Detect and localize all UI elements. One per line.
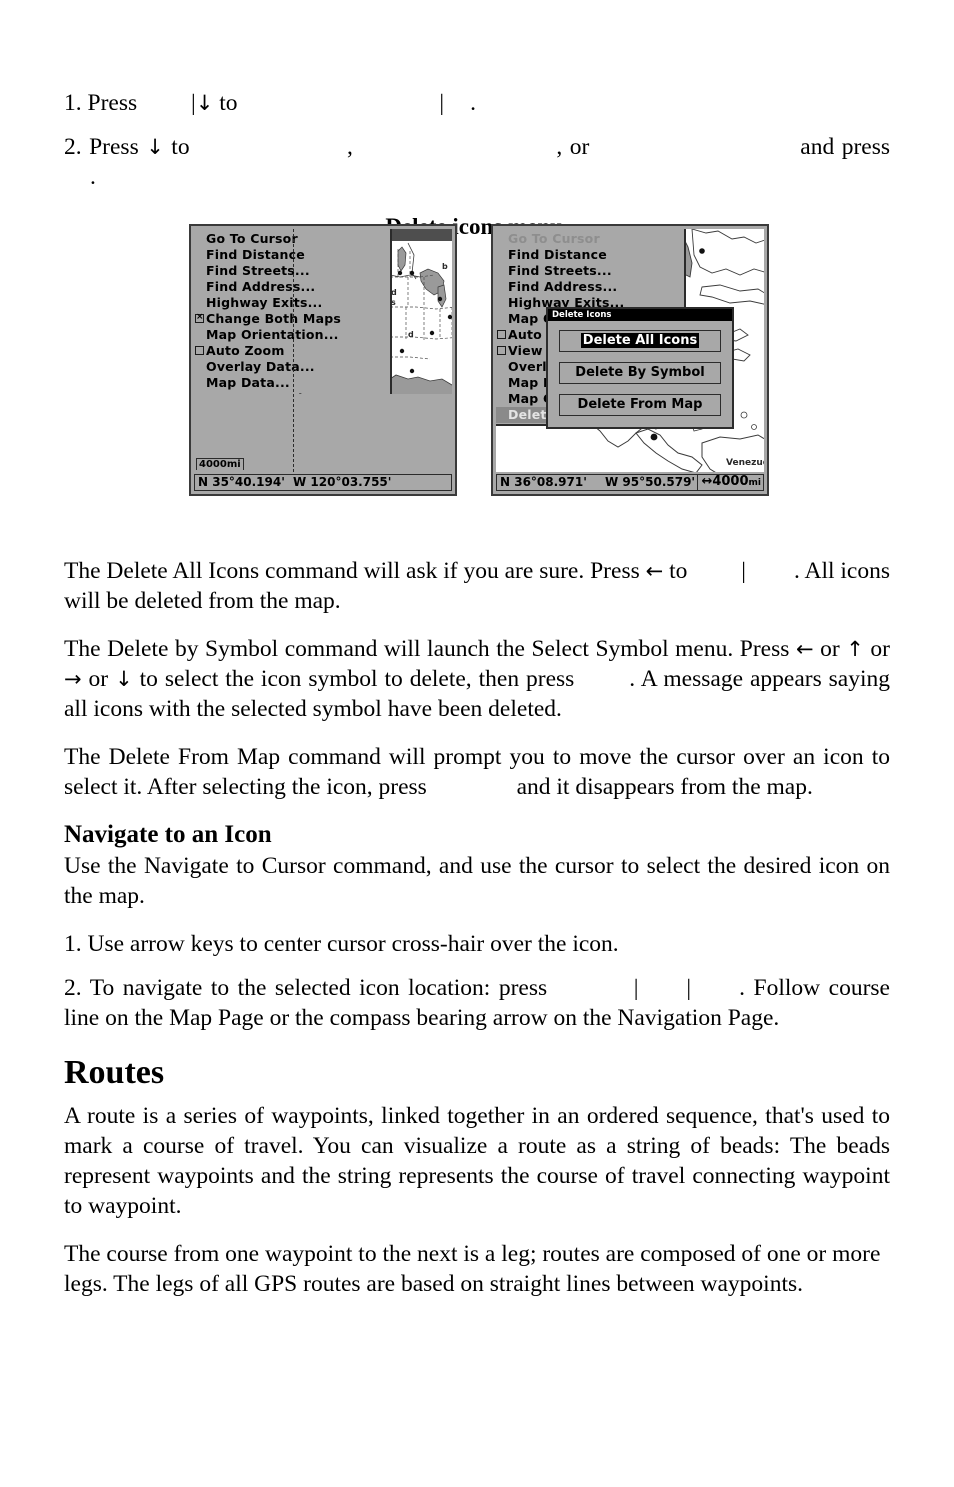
menu-item[interactable]: Find Streets... [496,263,684,279]
checkbox-unchecked-icon[interactable] [497,330,506,339]
menu-item-label: Overl [508,359,547,374]
paragraph-delete-all-icons: The Delete All Icons command will ask if… [64,558,891,614]
map-range-readout: ↔4000mi [697,475,761,490]
dialog-title: Delete Icons [548,309,732,321]
menu-item-label: Overlay Data... [206,359,315,374]
menu-item-label: Find Streets... [206,263,310,278]
menu-item[interactable]: Auto Zoom [194,343,390,359]
range-value: 4000 [712,474,749,489]
step-2: 2. Press ↓ to , , or and press . [64,134,890,190]
menu-item-label: Highway Exits... [206,295,323,310]
arrow-key-icon: ↓ [195,91,214,115]
menu-item[interactable]: Highway Exits... [194,295,390,311]
longitude-readout: W 95°50.579' [605,475,696,489]
menu-item-label: Find Address... [206,279,316,294]
gps-screenshot-right: Venezuela Go To CursorFind DistanceFind … [491,224,769,496]
dialog-button[interactable]: Delete From Map [559,394,721,416]
cursor-crosshair-line [293,229,294,472]
range-arrow-icon: ↔ [701,474,713,489]
paragraph-routes-2: The course from one waypoint to the next… [64,1241,881,1297]
menu-item[interactable]: Go To Cursor [496,231,684,247]
map-scale-label: 4000mi [196,458,244,470]
status-bar-left: N 35°40.194' W 120°03.755' [194,474,452,491]
dialog-button-group: Delete All Icons Delete By Symbol Delete F… [548,321,732,427]
lcd-screen-left: d s d c co b 4000mi Go To CursorFind Dis… [194,229,452,472]
menu-item-label: Find Distance [206,247,305,262]
menu-item[interactable]: Go To Cursor [194,231,390,247]
menu-item-label: Map Data... [206,375,290,390]
checkbox-unchecked-icon[interactable] [497,346,506,355]
step-1: 1. Press |↓ to |. [64,90,476,116]
menu-item[interactable]: Find Streets... [194,263,390,279]
dialog-button-label: Delete From Map [577,397,703,412]
menu-item[interactable]: Find Address... [496,279,684,295]
figure-delete-icons-menu: d s d c co b 4000mi Go To CursorFind Dis… [64,214,890,514]
menu-item-label: Auto [508,327,542,342]
arrow-key-icon: ↓ [115,667,133,691]
menu-item-label: Go To Cursor [508,231,600,246]
map-top-bar [390,229,452,241]
menu-item[interactable]: Overlay Data... [194,359,390,375]
dialog-button-label: Delete By Symbol [575,365,705,380]
svg-text:d: d [408,330,414,339]
svg-text:b: b [442,262,448,271]
step-navigate-2: 2. To navigate to the selected icon loca… [64,975,890,1031]
arrow-key-icon: ↓ [146,135,164,159]
menu-item[interactable]: Find Distance [194,247,390,263]
paragraph-delete-by-symbol: The Delete by Symbol command will launch… [64,636,891,722]
dialog-button-label: Delete All Icons [580,333,700,348]
arrow-key-icon: ← [645,559,664,583]
menu-item-label: Go To Cursor [206,231,298,246]
menu-item-label: View [508,343,543,358]
menu-item-label: Find Address... [508,279,618,294]
menu-item[interactable]: Map Data... [194,375,390,391]
menu-item[interactable]: Map Orientation... [194,327,390,343]
menu-item[interactable]: Find Address... [194,279,390,295]
arrow-key-icon: ← [795,637,814,661]
range-unit: mi [748,478,761,488]
dialog-button[interactable]: Delete All Icons [559,330,721,352]
longitude-readout: W 120°03.755' [293,475,392,489]
latitude-readout: N 35°40.194' [198,475,285,489]
step-navigate-1: 1. Use arrow keys to center cursor cross… [64,931,619,957]
menu-item-label: Change Both Maps [206,311,341,326]
lcd-screen-right: Venezuela Go To CursorFind DistanceFind … [496,229,764,472]
arrow-key-icon: → [64,667,82,691]
arrow-key-icon: ↑ [846,637,864,661]
checkbox-checked-icon[interactable] [195,314,204,323]
checkbox-unchecked-icon[interactable] [195,346,204,355]
paragraph-navigate-intro: Use the Navigate to Cursor command, and … [64,853,890,909]
latitude-readout: N 36°08.971' [500,475,587,489]
menu-item[interactable]: Change Both Maps [194,311,390,327]
map-region-label: Venezuela [726,458,764,468]
menu-item-label: Find Streets... [508,263,612,278]
menu-item-label: Auto Zoom [206,343,285,358]
delete-icons-dialog: Delete Icons Delete All Icons Delete By S… [546,307,734,429]
gps-screenshot-left: d s d c co b 4000mi Go To CursorFind Dis… [189,224,457,496]
heading-routes: Routes [64,1054,165,1091]
heading-navigate-to-an-icon: Navigate to an Icon [64,821,272,848]
dialog-button[interactable]: Delete By Symbol [559,362,721,384]
status-bar-right: N 36°08.971' W 95°50.579' ↔4000mi [496,474,764,491]
menu-item[interactable]: Find Distance [496,247,684,263]
menu-item-label: Map Orientation... [206,327,339,342]
paragraph-routes-1: A route is a series of waypoints, linked… [64,1103,890,1219]
menu-item-label: Find Distance [508,247,607,262]
document-page: 1. Press |↓ to |. 2. Press ↓ to , , or a… [64,0,890,1487]
paragraph-delete-from-map: The Delete From Map command will prompt … [64,744,890,800]
